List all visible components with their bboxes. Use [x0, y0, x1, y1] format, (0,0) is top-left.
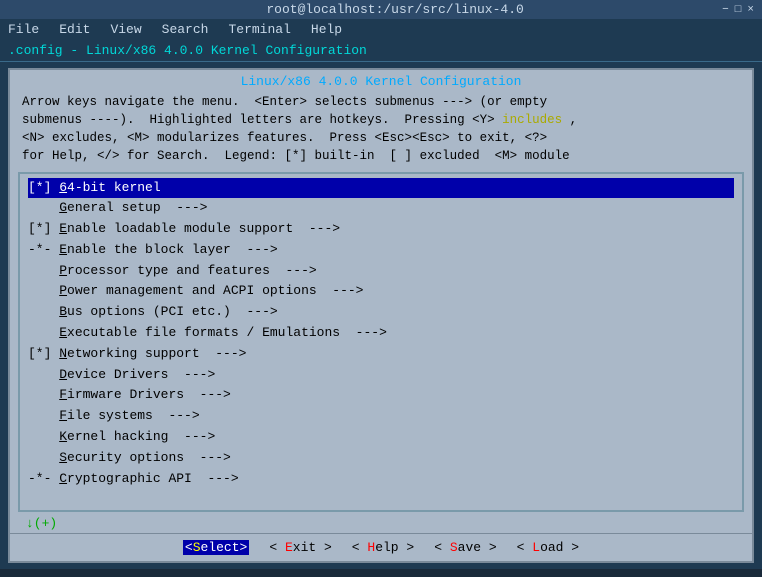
- list-item[interactable]: Processor type and features --->: [28, 261, 734, 282]
- list-item[interactable]: Security options --->: [28, 448, 734, 469]
- select-button[interactable]: <Select>: [183, 540, 249, 555]
- close-button[interactable]: ×: [747, 4, 754, 16]
- list-item[interactable]: General setup --->: [28, 198, 734, 219]
- menu-help[interactable]: Help: [307, 21, 346, 38]
- menu-list-wrapper[interactable]: [*] 64-bit kernel General setup ---> [*]…: [18, 172, 744, 513]
- menu-terminal[interactable]: Terminal: [224, 21, 294, 38]
- list-item[interactable]: -*- Cryptographic API --->: [28, 469, 734, 490]
- list-item[interactable]: -*- Enable the block layer --->: [28, 240, 734, 261]
- list-item[interactable]: [*] Enable loadable module support --->: [28, 219, 734, 240]
- config-tab-label: .config - Linux/x86 4.0.0 Kernel Configu…: [8, 43, 367, 58]
- list-item[interactable]: Bus options (PCI etc.) --->: [28, 302, 734, 323]
- load-button[interactable]: < Load >: [517, 540, 579, 555]
- list-item[interactable]: [*] Networking support --->: [28, 344, 734, 365]
- list-item[interactable]: Device Drivers --->: [28, 365, 734, 386]
- list-item[interactable]: [*] 64-bit kernel: [28, 178, 734, 199]
- list-item[interactable]: File systems --->: [28, 406, 734, 427]
- bottom-bar: <Select> < Exit > < Help > < Save > < Lo…: [10, 533, 752, 561]
- menu-search[interactable]: Search: [158, 21, 213, 38]
- config-tab: .config - Linux/x86 4.0.0 Kernel Configu…: [0, 40, 762, 62]
- kconfig-title: Linux/x86 4.0.0 Kernel Configuration: [10, 70, 752, 91]
- kconfig-help: Arrow keys navigate the menu. <Enter> se…: [10, 91, 752, 170]
- exit-button[interactable]: < Exit >: [269, 540, 331, 555]
- menu-file[interactable]: File: [4, 21, 43, 38]
- more-indicator: ↓(+): [10, 514, 752, 533]
- list-item[interactable]: Power management and ACPI options --->: [28, 281, 734, 302]
- title-bar: root@localhost:/usr/src/linux-4.0 − □ ×: [0, 0, 762, 19]
- kconfig-box: Linux/x86 4.0.0 Kernel Configuration Arr…: [8, 68, 754, 563]
- list-item[interactable]: Firmware Drivers --->: [28, 385, 734, 406]
- minimize-button[interactable]: −: [722, 4, 729, 16]
- list-item[interactable]: Kernel hacking --->: [28, 427, 734, 448]
- menu-edit[interactable]: Edit: [55, 21, 94, 38]
- window-title: root@localhost:/usr/src/linux-4.0: [68, 2, 722, 17]
- help-button[interactable]: < Help >: [352, 540, 414, 555]
- maximize-button[interactable]: □: [735, 4, 742, 16]
- menu-view[interactable]: View: [106, 21, 145, 38]
- list-item[interactable]: Executable file formats / Emulations ---…: [28, 323, 734, 344]
- main-area: Linux/x86 4.0.0 Kernel Configuration Arr…: [0, 62, 762, 569]
- save-button[interactable]: < Save >: [434, 540, 496, 555]
- menu-list: [*] 64-bit kernel General setup ---> [*]…: [28, 178, 734, 490]
- menu-bar: File Edit View Search Terminal Help: [0, 19, 762, 40]
